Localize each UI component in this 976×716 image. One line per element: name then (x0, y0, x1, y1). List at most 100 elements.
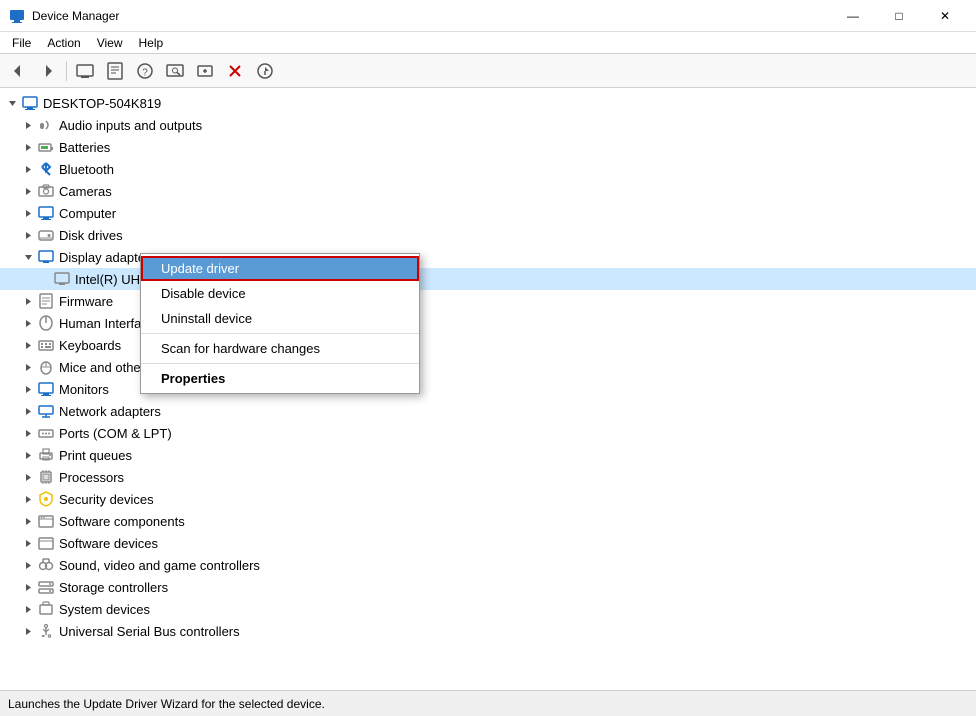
tree-item[interactable]: Bluetooth (0, 158, 976, 180)
tree-item[interactable]: Sound, video and game controllers (0, 554, 976, 576)
tree-item[interactable]: Processors (0, 466, 976, 488)
tree-expander[interactable] (20, 161, 36, 177)
tree-item[interactable]: Universal Serial Bus controllers (0, 620, 976, 642)
tree-item-label: Security devices (59, 492, 154, 507)
tree-item[interactable]: Network adapters (0, 400, 976, 422)
context-menu-separator-2 (141, 363, 419, 364)
tree-item-label: Software components (59, 514, 185, 529)
status-bar: Launches the Update Driver Wizard for th… (0, 690, 976, 716)
minimize-button[interactable]: — (830, 0, 876, 32)
tree-expander[interactable] (20, 623, 36, 639)
context-menu: Update driver Disable device Uninstall d… (140, 253, 420, 394)
tree-item-icon (37, 446, 55, 464)
close-button[interactable]: ✕ (922, 0, 968, 32)
tree-item[interactable]: Cameras (0, 180, 976, 202)
app-icon (8, 7, 26, 25)
tree-expander[interactable] (20, 381, 36, 397)
context-menu-scan-hardware[interactable]: Scan for hardware changes (141, 336, 419, 361)
svg-text:?: ? (142, 67, 148, 78)
tree-expander[interactable] (20, 469, 36, 485)
tree-item[interactable]: Ports (COM & LPT) (0, 422, 976, 444)
tree-item[interactable]: Audio inputs and outputs (0, 114, 976, 136)
maximize-button[interactable]: □ (876, 0, 922, 32)
tree-expander[interactable] (20, 491, 36, 507)
tree-item[interactable]: Software components (0, 510, 976, 532)
tree-expander[interactable] (20, 117, 36, 133)
back-button[interactable] (4, 58, 32, 84)
tree-item-label: Firmware (59, 294, 113, 309)
tree-item-icon (53, 270, 71, 288)
tree-expander[interactable] (20, 425, 36, 441)
tree-item[interactable]: DESKTOP-504K819 (0, 92, 976, 114)
help-icon-btn[interactable]: ? (131, 58, 159, 84)
tree-expander[interactable] (20, 403, 36, 419)
tree-item[interactable]: Computer (0, 202, 976, 224)
tree-item-label: Audio inputs and outputs (59, 118, 202, 133)
context-menu-uninstall-device[interactable]: Uninstall device (141, 306, 419, 331)
window-title: Device Manager (32, 9, 830, 23)
tree-expander[interactable] (20, 227, 36, 243)
tree-item[interactable]: System devices (0, 598, 976, 620)
menu-view[interactable]: View (89, 32, 131, 53)
menu-bar: File Action View Help (0, 32, 976, 54)
tree-item[interactable]: Security devices (0, 488, 976, 510)
tree-item-icon (37, 226, 55, 244)
tree-expander[interactable] (20, 447, 36, 463)
tree-expander[interactable] (20, 535, 36, 551)
tree-item[interactable]: Print queues (0, 444, 976, 466)
menu-action[interactable]: Action (39, 32, 88, 53)
title-bar: Device Manager — □ ✕ (0, 0, 976, 32)
tree-item[interactable]: Disk drives (0, 224, 976, 246)
tree-item[interactable]: Software devices (0, 532, 976, 554)
tree-item-label: Print queues (59, 448, 132, 463)
update-driver-icon-btn[interactable] (251, 58, 279, 84)
tree-item-icon (37, 534, 55, 552)
tree-item-label: Ports (COM & LPT) (59, 426, 172, 441)
tree-item-icon (37, 248, 55, 266)
menu-help[interactable]: Help (131, 32, 172, 53)
toolbar: ? (0, 54, 976, 88)
tree-expander[interactable] (20, 579, 36, 595)
properties-icon-btn[interactable] (101, 58, 129, 84)
tree-item-label: Network adapters (59, 404, 161, 419)
tree-expander[interactable] (20, 337, 36, 353)
tree-item-label: Cameras (59, 184, 112, 199)
tree-expander[interactable] (20, 249, 36, 265)
tree-item-icon (37, 402, 55, 420)
tree-item[interactable]: Batteries (0, 136, 976, 158)
menu-file[interactable]: File (4, 32, 39, 53)
remove-icon-btn[interactable] (221, 58, 249, 84)
tree-item-label: Storage controllers (59, 580, 168, 595)
tree-expander[interactable] (20, 557, 36, 573)
context-menu-update-driver[interactable]: Update driver (141, 256, 419, 281)
forward-button[interactable] (34, 58, 62, 84)
tree-item-label: Disk drives (59, 228, 123, 243)
tree-item-label: System devices (59, 602, 150, 617)
context-menu-properties[interactable]: Properties (141, 366, 419, 391)
tree-item-icon (37, 622, 55, 640)
tree-item-icon (37, 600, 55, 618)
tree-item-icon (37, 358, 55, 376)
tree-expander[interactable] (4, 95, 20, 111)
tree-expander[interactable] (20, 315, 36, 331)
tree-item-icon (37, 204, 55, 222)
tree-expander[interactable] (20, 183, 36, 199)
context-menu-separator (141, 333, 419, 334)
tree-expander[interactable] (20, 513, 36, 529)
add-driver-icon-btn[interactable] (191, 58, 219, 84)
device-manager-icon-btn[interactable] (71, 58, 99, 84)
context-menu-disable-device[interactable]: Disable device (141, 281, 419, 306)
tree-expander[interactable] (20, 293, 36, 309)
scan-hardware-icon-btn[interactable] (161, 58, 189, 84)
tree-item[interactable]: Storage controllers (0, 576, 976, 598)
tree-item-icon (37, 292, 55, 310)
tree-item-icon (37, 490, 55, 508)
tree-expander[interactable] (20, 205, 36, 221)
tree-item-label: Computer (59, 206, 116, 221)
tree-expander[interactable] (20, 359, 36, 375)
toolbar-sep-1 (66, 61, 67, 81)
tree-expander[interactable] (20, 139, 36, 155)
tree-item-icon (37, 160, 55, 178)
main-content: DESKTOP-504K819 Audio inputs and outputs B… (0, 88, 976, 690)
tree-expander[interactable] (20, 601, 36, 617)
